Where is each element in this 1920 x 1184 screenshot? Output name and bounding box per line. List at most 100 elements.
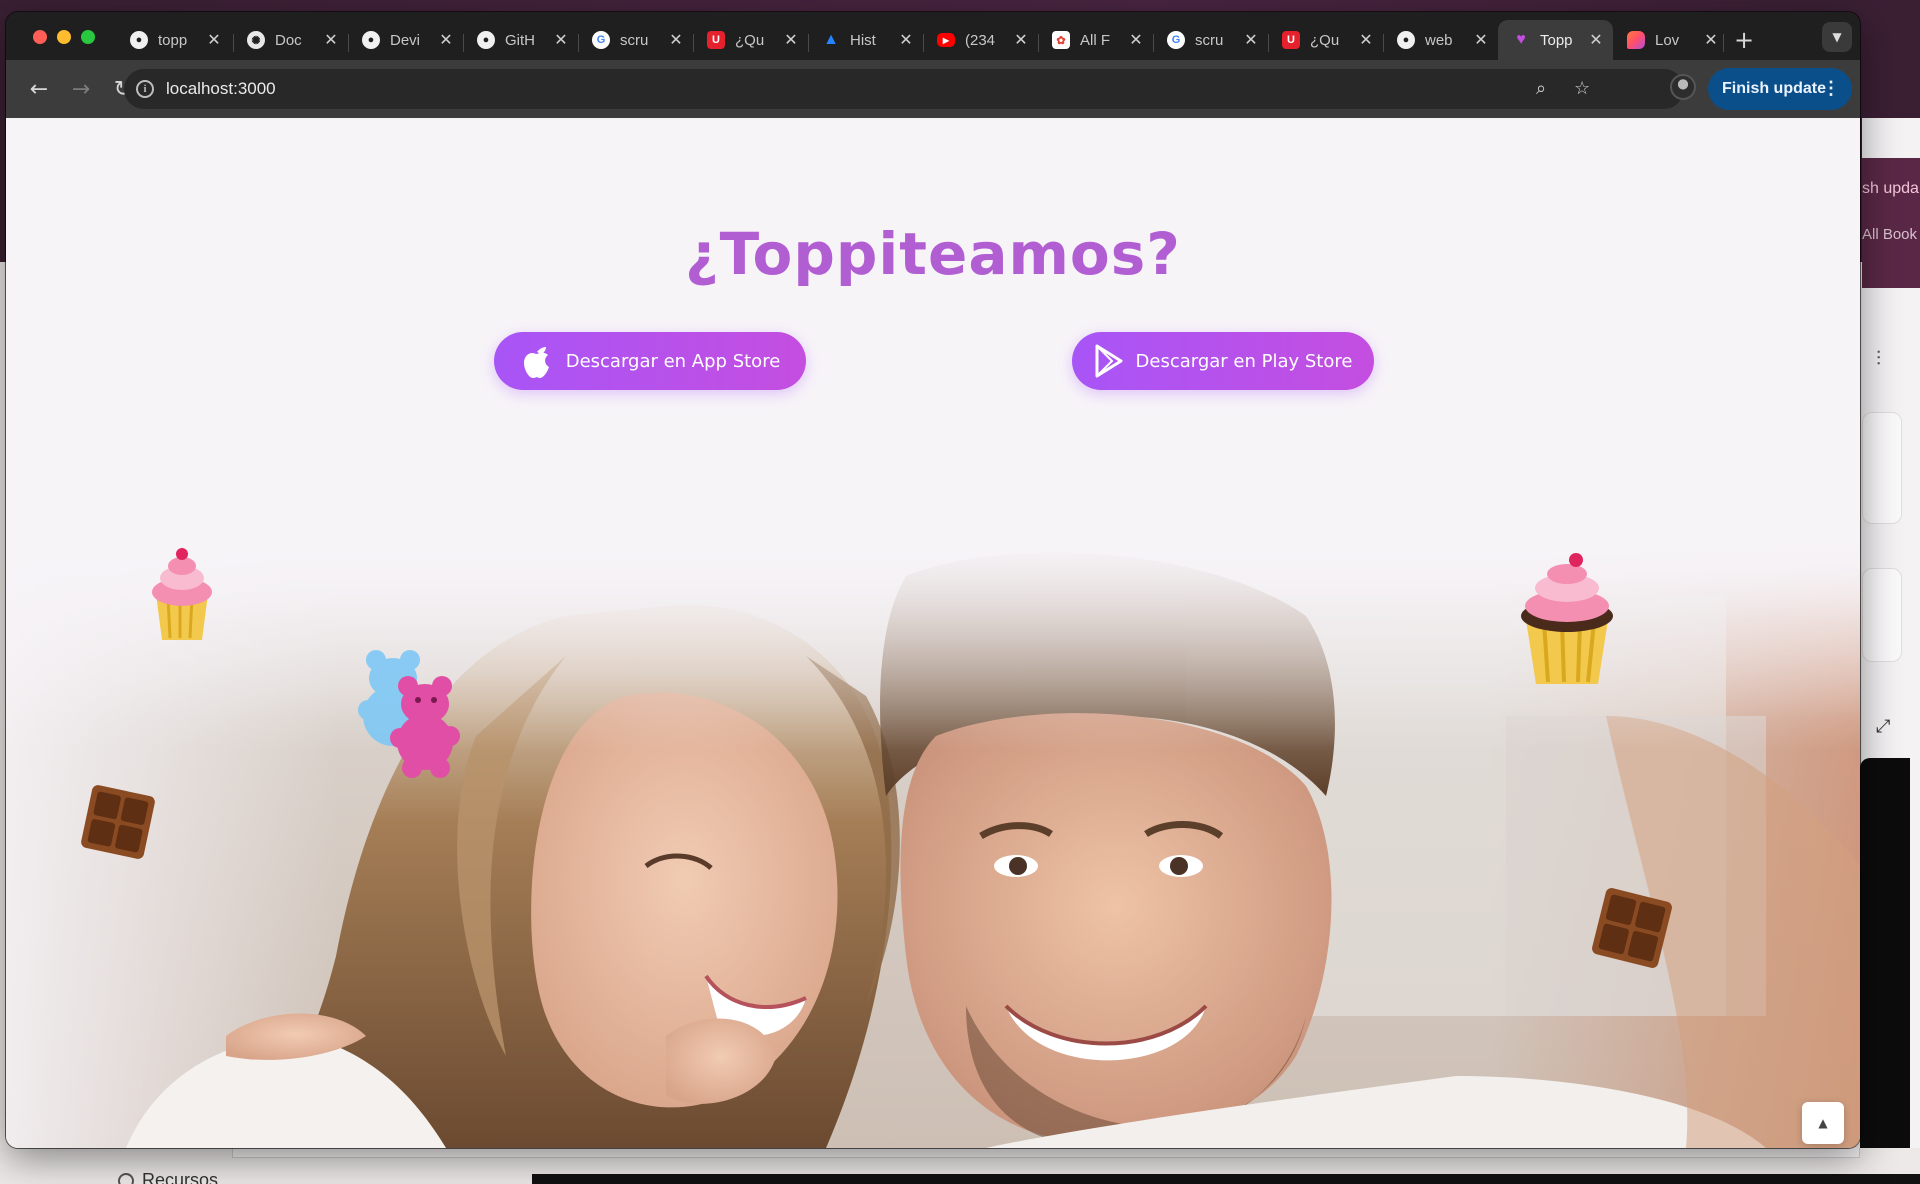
address-bar[interactable]: i localhost:3000 ⌕ ☆ (124, 69, 1684, 109)
finish-update-button[interactable]: Finish update ⋮ (1708, 68, 1852, 110)
app-store-label: Descargar en App Store (565, 350, 781, 372)
background-window-header (1862, 158, 1920, 288)
background-card (1862, 412, 1902, 524)
play-store-button[interactable]: Descargar en Play Store (1072, 332, 1374, 390)
background-dark-edge (532, 1174, 1920, 1184)
site-info-icon[interactable]: i (136, 80, 154, 98)
tab-title: All F (1080, 31, 1110, 49)
back-button[interactable]: ← (24, 74, 54, 104)
tab-13[interactable]: Lov ✕ (1613, 20, 1728, 60)
tab-title: web (1425, 31, 1453, 49)
tab-2[interactable]: ● Devi ✕ (348, 20, 463, 60)
sliders-icon: ⫶ (1876, 346, 1881, 370)
tab-6[interactable]: ▲ Hist ✕ (808, 20, 923, 60)
youtube-icon: ▶ (937, 33, 955, 47)
chevron-up-icon: ▲ (1818, 1116, 1828, 1130)
tab-5[interactable]: U ¿Qu ✕ (693, 20, 808, 60)
background-bottom (0, 1148, 1920, 1184)
tab-title: Topp (1540, 31, 1573, 49)
chevron-down-icon: ▼ (1832, 30, 1842, 44)
tab-10[interactable]: U ¿Qu ✕ (1268, 20, 1383, 60)
background-recursos-label: Recursos (142, 1170, 219, 1184)
new-tab-button[interactable]: + (1734, 26, 1754, 54)
background-bookmarks-text: All Book (1862, 226, 1918, 243)
close-icon[interactable]: ✕ (1474, 30, 1488, 50)
google-icon: G (592, 31, 610, 49)
background-card-edge (232, 1148, 1860, 1158)
tab-title: GitH (505, 31, 535, 49)
github-icon: ● (477, 31, 495, 49)
jira-icon: ▲ (823, 31, 839, 48)
tab-3[interactable]: ● GitH ✕ (463, 20, 578, 60)
tab-search-button[interactable]: ▼ (1822, 22, 1852, 52)
tab-title: Hist (850, 31, 876, 49)
page-title: ¿Toppiteamos? (685, 220, 1181, 288)
google-photos-icon: ✿ (1052, 31, 1070, 49)
chocolate-bar-sticker (81, 785, 155, 859)
profile-avatar[interactable] (1670, 74, 1696, 100)
zoom-icon[interactable]: ⌕ (1536, 78, 1546, 99)
close-icon[interactable]: ✕ (554, 30, 568, 50)
scroll-to-top-button[interactable]: ▲ (1802, 1102, 1844, 1144)
github-icon: ● (1397, 31, 1415, 49)
tab-title: ¿Qu (735, 31, 765, 49)
close-icon[interactable]: ✕ (1244, 30, 1258, 50)
close-icon[interactable]: ✕ (899, 30, 913, 50)
finish-update-label: Finish update (1722, 80, 1826, 97)
tab-0[interactable]: ● topp ✕ (116, 20, 231, 60)
cupcake-sticker (152, 548, 212, 640)
gummy-bears-sticker (358, 650, 460, 778)
tab-12-active[interactable]: ♥ Topp ✕ (1498, 20, 1613, 60)
more-vert-icon[interactable]: ⋮ (1822, 78, 1840, 99)
close-icon[interactable]: ✕ (1704, 30, 1718, 50)
tab-8[interactable]: ✿ All F ✕ (1038, 20, 1153, 60)
tab-title: scru (620, 31, 649, 49)
close-icon[interactable]: ✕ (669, 30, 683, 50)
tab-separator (1723, 34, 1724, 52)
page-content: ¿Toppiteamos? Descargar en App Store Des… (6, 118, 1860, 1148)
close-icon[interactable]: ✕ (1129, 30, 1143, 50)
tab-11[interactable]: ● web ✕ (1383, 20, 1498, 60)
background-update-text: sh upda (1862, 180, 1919, 197)
heart-icon: ♥ (1516, 31, 1526, 48)
url-text[interactable]: localhost:3000 (166, 79, 276, 99)
tab-title: Devi (390, 31, 421, 49)
browser-toolbar: ← → ↻ i localhost:3000 ⌕ ☆ Finish update… (6, 60, 1860, 118)
zoom-window-button[interactable] (81, 30, 95, 44)
lovable-icon (1627, 31, 1645, 49)
close-icon[interactable]: ✕ (1589, 30, 1603, 50)
udemy-icon: U (707, 31, 725, 49)
tab-1[interactable]: ✺ Doc ✕ (233, 20, 348, 60)
forward-button[interactable]: → (66, 74, 96, 104)
close-icon[interactable]: ✕ (207, 30, 221, 50)
tab-title: (234 (965, 31, 996, 49)
udemy-icon: U (1282, 31, 1300, 49)
tab-title: topp (158, 31, 188, 49)
expand-icon: ⤢ (1876, 716, 1891, 737)
clock-icon (118, 1173, 134, 1184)
app-store-button[interactable]: Descargar en App Store (494, 332, 806, 390)
close-icon[interactable]: ✕ (784, 30, 798, 50)
google-play-icon (1095, 344, 1123, 378)
close-icon[interactable]: ✕ (439, 30, 453, 50)
openai-icon: ✺ (247, 31, 265, 49)
background-dark-panel (1860, 758, 1910, 1184)
close-icon[interactable]: ✕ (1359, 30, 1373, 50)
tab-4[interactable]: G scru ✕ (578, 20, 693, 60)
chocolate-bar-sticker (1592, 888, 1672, 968)
tab-7[interactable]: ▶ (234 ✕ (923, 20, 1038, 60)
tab-title: scru (1195, 31, 1224, 49)
minimize-window-button[interactable] (57, 30, 71, 44)
browser-window: ● topp ✕ ✺ Doc ✕ ● Devi ✕ ● GitH ✕ G scr… (6, 12, 1860, 1148)
close-window-button[interactable] (33, 30, 47, 44)
play-store-label: Descargar en Play Store (1135, 350, 1353, 372)
github-icon: ● (130, 31, 148, 49)
github-icon: ● (362, 31, 380, 49)
bookmark-star-icon[interactable]: ☆ (1574, 78, 1590, 99)
google-icon: G (1167, 31, 1185, 49)
apple-icon (523, 347, 549, 378)
close-icon[interactable]: ✕ (324, 30, 338, 50)
cupcake-sticker (1521, 553, 1613, 684)
close-icon[interactable]: ✕ (1014, 30, 1028, 50)
tab-9[interactable]: G scru ✕ (1153, 20, 1268, 60)
